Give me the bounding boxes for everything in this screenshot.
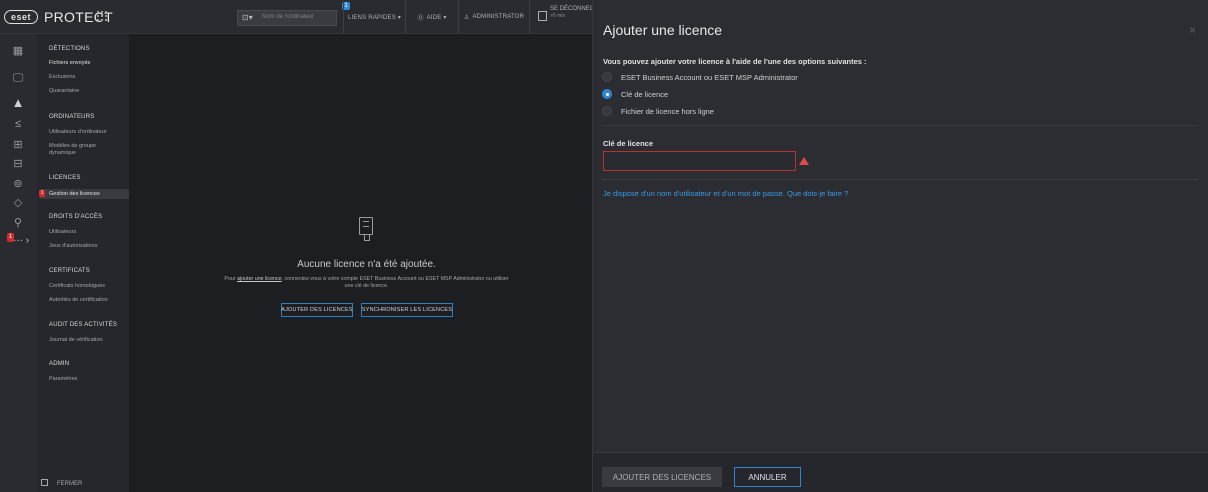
computers-icon[interactable]: 🖵: [9, 70, 27, 86]
menu-section-detections: DÉTECTIONS: [49, 46, 90, 52]
add-license-link[interactable]: ajouter une licence: [237, 276, 281, 282]
session-timer: >9 min: [550, 13, 566, 19]
menu-item-exclusions[interactable]: Exclusions: [49, 74, 75, 81]
logout-label: SE DÉCONNECT: [550, 6, 598, 12]
warning-icon: [799, 157, 809, 165]
logout-icon: [538, 11, 547, 21]
quick-links-menu[interactable]: LIENS RAPIDES ▾: [343, 0, 405, 34]
policies-icon[interactable]: ⊚: [9, 176, 27, 192]
radio-offline-file[interactable]: [602, 106, 612, 116]
menu-item-quarantine[interactable]: Quarantaine: [49, 88, 79, 95]
menu-item-peer-certificates[interactable]: Certificats homologues: [49, 283, 105, 290]
help-label: AIDE ▾: [426, 14, 447, 21]
empty-state-description: Pour ajouter une licence, connectez-vous…: [224, 276, 509, 290]
desc-suffix: , connectez-vous à votre compte ESET Bus…: [281, 276, 509, 289]
help-icon: ⓪: [417, 15, 424, 22]
close-icon[interactable]: ×: [1189, 23, 1196, 37]
detections-icon[interactable]: ▲: [9, 95, 27, 111]
license-key-input[interactable]: [603, 151, 796, 171]
menu-item-users[interactable]: Utilisateurs: [49, 229, 76, 236]
dialog-title: Ajouter une licence: [603, 22, 723, 38]
radio-license-key-label[interactable]: Clé de licence: [621, 90, 668, 99]
menu-section-computers: ORDINATEURS: [49, 114, 95, 120]
search-input[interactable]: Nom de l'ordinateur: [262, 14, 314, 20]
app-window: eset PROTECT ⊡▾ Nom de l'ordinateur 1 LI…: [0, 0, 1208, 492]
user-menu[interactable]: ♙ ADMINISTRATOR: [458, 0, 529, 34]
top-bar: eset PROTECT ⊡▾ Nom de l'ordinateur 1 LI…: [0, 0, 598, 34]
computer-search-icon: ⊡▾: [242, 13, 253, 22]
help-menu[interactable]: ⓪ AIDE ▾: [405, 0, 458, 34]
menu-section-admin: ADMIN: [49, 361, 70, 367]
expand-menu-button[interactable]: ··· ›: [13, 235, 29, 246]
menu-section-audit: AUDIT DES ACTIVITÉS: [49, 322, 118, 328]
menu-section-access-rights: DROITS D'ACCÈS: [49, 214, 103, 220]
menu-item-settings[interactable]: Paramètres: [49, 376, 77, 383]
installers-icon[interactable]: ⊟: [9, 156, 27, 172]
options-prompt: Vous pouvez ajouter votre licence à l'ai…: [603, 57, 867, 66]
license-document-icon: [359, 217, 373, 241]
sync-licenses-button[interactable]: SYNCHRONISER LES LICENCES: [361, 303, 453, 317]
menu-item-license-management[interactable]: Gestion des licences: [40, 189, 129, 199]
radio-license-key[interactable]: [602, 89, 612, 99]
license-key-label: Clé de licence: [603, 139, 654, 148]
license-alert-badge: 1: [39, 190, 45, 197]
chevron-right-icon: ›: [25, 235, 30, 246]
radio-offline-file-label[interactable]: Fichier de licence hors ligne: [621, 107, 714, 116]
empty-state-title: Aucune licence n'a été ajoutée.: [297, 259, 436, 270]
tasks-icon[interactable]: ⊞: [9, 137, 27, 153]
menu-section-licenses: LICENCES: [49, 175, 81, 181]
user-label: ADMINISTRATOR: [472, 14, 525, 20]
credentials-help-link[interactable]: Je dispose d'un nom d'utilisateur et d'u…: [603, 189, 848, 198]
computer-search[interactable]: ⊡▾ Nom de l'ordinateur: [237, 10, 337, 26]
collapse-icon: [41, 479, 48, 486]
menu-item-dynamic-group-templates[interactable]: Modèles de groupe dynamique: [49, 143, 119, 157]
grid-dots-icon[interactable]: [96, 10, 108, 22]
desc-prefix: Pour: [224, 276, 238, 282]
reports-icon[interactable]: ≤: [9, 116, 27, 132]
menu-section-certificates: CERTIFICATS: [49, 268, 90, 274]
add-licenses-submit-button[interactable]: AJOUTER DES LICENCES: [602, 467, 722, 487]
close-menu-button[interactable]: FERMER: [57, 481, 82, 487]
dialog-footer: AJOUTER DES LICENCES ANNULER: [593, 452, 1208, 492]
dashboard-icon[interactable]: ▦: [9, 43, 27, 59]
left-rail: ▦ 🖵 ▲ ≤ ⊞ ⊟ ⊚ ◇ ⚲ 1 ··· ›: [0, 34, 37, 492]
user-icon: ♙: [463, 14, 470, 21]
add-license-dialog: Ajouter une licence × Vous pouvez ajoute…: [592, 0, 1208, 492]
cancel-button[interactable]: ANNULER: [734, 467, 801, 487]
menu-item-audit-log[interactable]: Journal de vérification: [49, 337, 103, 344]
menu-item-certification-authorities[interactable]: Autorités de certification: [49, 297, 108, 304]
eset-logo: eset: [4, 10, 38, 24]
radio-business-account-label[interactable]: ESET Business Account ou ESET MSP Admini…: [621, 73, 798, 82]
status-icon[interactable]: ⚲: [9, 215, 27, 231]
divider: [602, 125, 1198, 126]
admin-menu: DÉTECTIONS Fichiers envoyés Exclusions Q…: [37, 34, 129, 492]
menu-item-submitted-files[interactable]: Fichiers envoyés: [40, 58, 129, 68]
menu-item-computer-users[interactable]: Utilisateurs d'ordinateur: [49, 129, 107, 136]
notifications-icon[interactable]: ◇: [9, 195, 27, 211]
divider: [602, 179, 1198, 180]
radio-business-account[interactable]: [602, 72, 612, 82]
add-licenses-button[interactable]: AJOUTER DES LICENCES: [281, 303, 353, 317]
menu-item-permission-sets[interactable]: Jeux d'autorisations: [49, 243, 97, 250]
